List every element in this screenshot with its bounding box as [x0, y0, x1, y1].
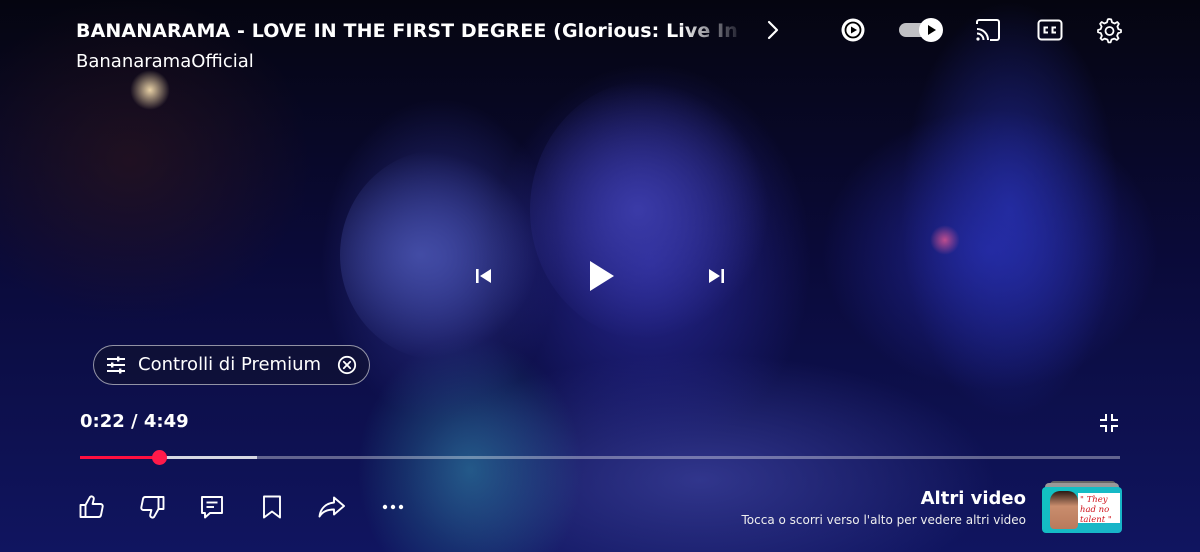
- audience-head-center: [530, 80, 770, 340]
- close-circle-icon[interactable]: [337, 355, 357, 375]
- play-icon[interactable]: [570, 244, 634, 308]
- progress-played: [80, 456, 160, 459]
- chevron-right-icon[interactable]: [762, 18, 784, 42]
- stage-light: [130, 70, 170, 110]
- previous-icon[interactable]: [466, 258, 502, 294]
- exit-fullscreen-icon[interactable]: [1096, 410, 1122, 436]
- more-videos-title[interactable]: Altri video: [921, 487, 1026, 511]
- like-icon[interactable]: [78, 493, 106, 521]
- dislike-icon[interactable]: [138, 493, 166, 521]
- comments-icon[interactable]: [198, 493, 226, 521]
- more-videos-hint: Tocca o scorri verso l'alto per vedere a…: [741, 513, 1026, 527]
- cast-icon[interactable]: [972, 15, 1004, 45]
- channel-name[interactable]: BananaramaOfficial: [76, 50, 254, 74]
- sliders-icon: [106, 356, 126, 374]
- thumbnail-image: " They had no talent ": [1042, 487, 1122, 533]
- settings-gear-icon[interactable]: [1093, 14, 1125, 46]
- more-icon[interactable]: [378, 493, 408, 521]
- audience-head-left: [340, 150, 540, 360]
- save-icon[interactable]: [258, 493, 286, 521]
- video-title: BANANARAMA - LOVE IN THE FIRST DEGREE (G…: [76, 20, 746, 42]
- share-icon[interactable]: [317, 493, 347, 521]
- next-icon[interactable]: [698, 258, 734, 294]
- next-video-thumbnail[interactable]: " They had no talent ": [1040, 481, 1124, 533]
- captions-icon[interactable]: [1034, 15, 1066, 45]
- time-display: 0:22 / 4:49: [80, 411, 189, 432]
- premium-controls-chip[interactable]: Controlli di Premium: [93, 345, 370, 385]
- progress-bar[interactable]: [80, 450, 1120, 465]
- audience-right: [900, 0, 1120, 420]
- thumbnail-face: [1050, 491, 1078, 529]
- thumbnail-quote: " They had no talent ": [1078, 493, 1120, 525]
- mini-player-icon[interactable]: [838, 15, 868, 45]
- autoplay-toggle[interactable]: [896, 15, 946, 45]
- premium-controls-label: Controlli di Premium: [138, 354, 322, 375]
